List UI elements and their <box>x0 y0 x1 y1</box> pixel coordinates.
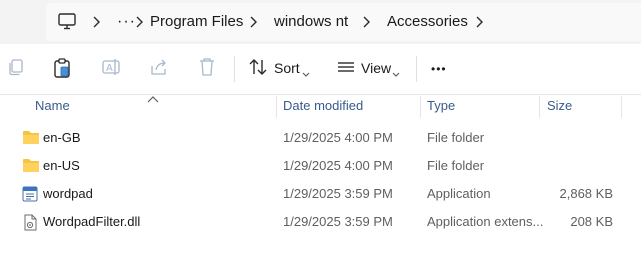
sort-ascending-indicator <box>147 90 159 108</box>
breadcrumb-item-windows-nt[interactable]: windows nt <box>274 0 348 44</box>
wordpad-app-icon <box>22 186 38 207</box>
toolbar-divider <box>234 56 235 82</box>
rename-icon[interactable]: A <box>101 57 123 81</box>
sort-label: Sort <box>274 60 300 76</box>
column-header-size[interactable]: Size <box>547 94 572 120</box>
dll-file-icon <box>22 214 38 236</box>
folder-icon <box>22 158 40 178</box>
view-button[interactable]: View <box>337 57 405 81</box>
column-header-type[interactable]: Type <box>427 94 455 120</box>
command-bar: A Sort View ••• <box>0 44 641 95</box>
file-date-modified: 1/29/2025 4:00 PM <box>283 158 393 173</box>
file-name: en-GB <box>43 130 81 145</box>
view-label: View <box>361 60 392 76</box>
column-divider[interactable] <box>539 96 540 118</box>
share-icon[interactable] <box>149 57 169 81</box>
file-date-modified: 1/29/2025 3:59 PM <box>283 186 393 201</box>
sort-button[interactable]: Sort <box>248 57 314 81</box>
file-type: Application extens... <box>427 214 544 229</box>
column-divider[interactable] <box>276 96 277 118</box>
chevron-down-icon <box>392 65 400 83</box>
breadcrumb-item-accessories[interactable]: Accessories <box>387 0 468 44</box>
file-row[interactable]: en-GB 1/29/2025 4:00 PM File folder <box>0 124 641 152</box>
file-type: Application <box>427 186 491 201</box>
file-name: en-US <box>43 158 80 173</box>
file-date-modified: 1/29/2025 4:00 PM <box>283 130 393 145</box>
copy-icon[interactable] <box>6 57 26 81</box>
file-row[interactable]: en-US 1/29/2025 4:00 PM File folder <box>0 152 641 180</box>
column-divider[interactable] <box>420 96 421 118</box>
file-row[interactable]: WordpadFilter.dll 1/29/2025 3:59 PM Appl… <box>0 208 641 236</box>
chevron-right-icon[interactable] <box>361 15 371 29</box>
see-more-button[interactable]: ••• <box>431 57 447 81</box>
svg-text:A: A <box>106 63 113 74</box>
chevron-down-icon <box>302 65 310 83</box>
toolbar-divider <box>416 56 417 82</box>
file-row[interactable]: wordpad 1/29/2025 3:59 PM Application 2,… <box>0 180 641 208</box>
file-name: WordpadFilter.dll <box>43 214 141 229</box>
chevron-right-icon[interactable] <box>248 15 258 29</box>
chevron-right-icon[interactable] <box>474 15 484 29</box>
file-size: 2,868 KB <box>559 186 614 201</box>
column-header-date-modified[interactable]: Date modified <box>283 94 363 120</box>
file-date-modified: 1/29/2025 3:59 PM <box>283 214 393 229</box>
file-name: wordpad <box>43 186 93 201</box>
file-type: File folder <box>427 158 485 173</box>
folder-icon <box>22 130 40 150</box>
file-type: File folder <box>427 130 485 145</box>
address-bar: ··· Program Files windows nt Accessories <box>0 0 641 44</box>
chevron-right-icon[interactable] <box>134 15 144 29</box>
this-pc-icon[interactable] <box>58 13 76 35</box>
file-size: 208 KB <box>570 214 613 229</box>
paste-icon[interactable] <box>52 57 72 81</box>
view-icon <box>337 57 355 82</box>
delete-icon[interactable] <box>198 57 216 81</box>
breadcrumb-item-program-files[interactable]: Program Files <box>150 0 243 44</box>
column-header-name[interactable]: Name <box>35 94 70 120</box>
column-divider[interactable] <box>621 96 622 118</box>
sort-icon <box>248 57 268 82</box>
chevron-right-icon[interactable] <box>91 15 101 29</box>
